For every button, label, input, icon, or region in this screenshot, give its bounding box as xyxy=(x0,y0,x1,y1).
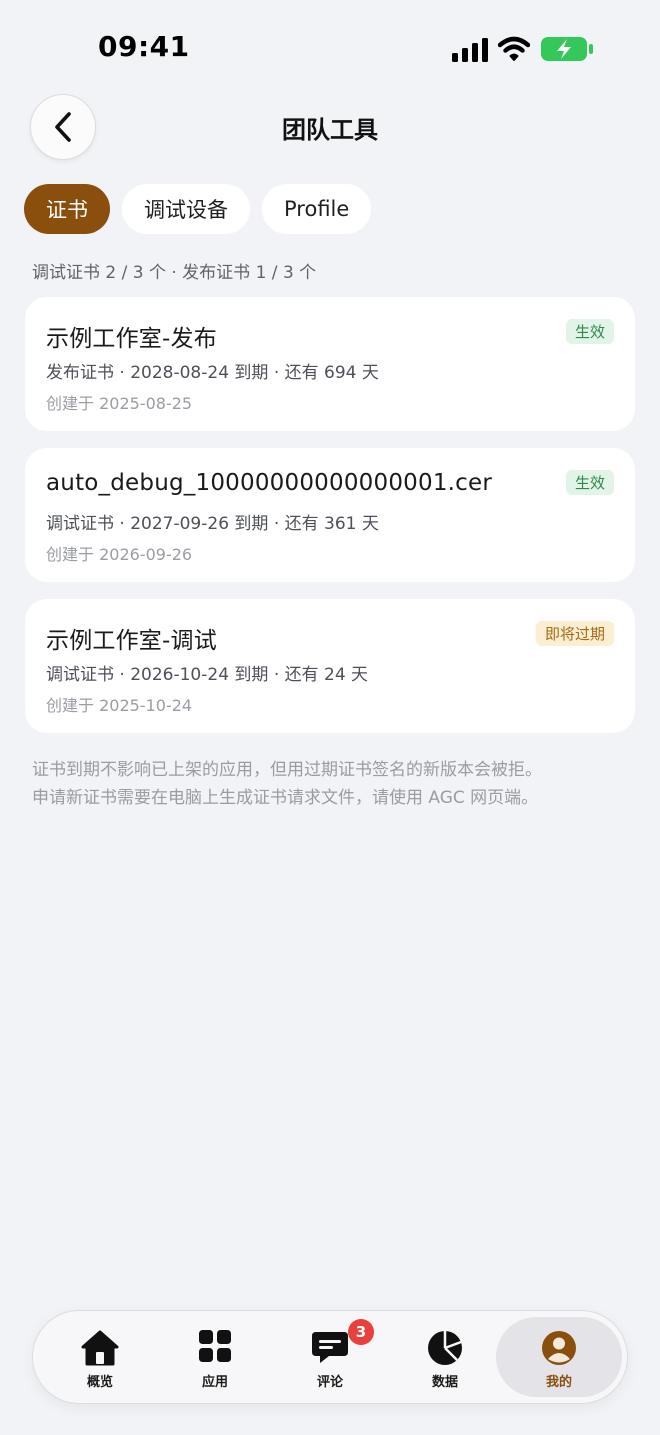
certificate-name: 示例工作室-发布 xyxy=(46,326,217,352)
status-time: 09:41 xyxy=(98,30,190,63)
nav-item-me[interactable]: 我的 xyxy=(502,1311,616,1403)
nav-item-apps[interactable]: 应用 xyxy=(158,1311,272,1403)
nav-label: 概览 xyxy=(86,1375,113,1390)
wifi-icon xyxy=(498,36,530,61)
nav-label: 应用 xyxy=(201,1375,228,1390)
certificate-summary: 调试证书 2 / 3 个 · 发布证书 1 / 3 个 xyxy=(32,263,317,283)
nav-label: 数据 xyxy=(431,1375,458,1390)
status-badge: 生效 xyxy=(565,319,614,344)
certificate-name: auto_debug_10000000000000001.cer xyxy=(46,470,493,496)
certificate-card[interactable]: 示例工作室-发布 生效 发布证书 · 2028-08-24 到期 · 还有 69… xyxy=(25,297,635,431)
nav-label: 我的 xyxy=(545,1375,572,1390)
bottom-tab-bar: 概览 应用 评论 3 数据 我的 xyxy=(32,1310,628,1404)
certificate-created: 创建于 2026-09-26 xyxy=(46,545,193,564)
page-title: 团队工具 xyxy=(282,116,378,144)
status-bar: 09:41 xyxy=(0,0,660,90)
certificate-meta: 调试证书 · 2027-09-26 到期 · 还有 361 天 xyxy=(46,514,379,534)
pie-chart-icon xyxy=(428,1331,462,1365)
grid-icon xyxy=(199,1330,231,1362)
certificate-card[interactable]: auto_debug_10000000000000001.cer 生效 调试证书… xyxy=(25,448,635,582)
segment-tabs: 证书 调试设备 Profile xyxy=(24,184,372,234)
certificate-created: 创建于 2025-10-24 xyxy=(46,696,193,715)
status-badge: 即将过期 xyxy=(535,621,614,646)
certificate-meta: 发布证书 · 2028-08-24 到期 · 还有 694 天 xyxy=(46,363,379,383)
nav-label: 评论 xyxy=(316,1375,343,1390)
footnote: 证书到期不影响已上架的应用，但用过期证书签名的新版本会被拒。 申请新证书需要在电… xyxy=(32,756,632,812)
battery-charging-icon xyxy=(541,37,593,61)
home-icon xyxy=(81,1330,119,1366)
comment-icon xyxy=(312,1332,348,1363)
certificate-meta: 调试证书 · 2026-10-24 到期 · 还有 24 天 xyxy=(46,665,369,685)
certificate-created: 创建于 2025-08-25 xyxy=(46,394,193,413)
profile-icon xyxy=(542,1331,576,1365)
nav-item-data[interactable]: 数据 xyxy=(388,1311,502,1403)
footnote-line: 申请新证书需要在电脑上生成证书请求文件，请使用 AGC 网页端。 xyxy=(32,788,539,808)
team-tools-screen: 09:41 团队工具 证书 调试设备 Profile 调试证书 2 / 3 个 … xyxy=(0,0,660,1435)
status-badge: 生效 xyxy=(565,470,614,495)
tab-debug-devices[interactable]: 调试设备 xyxy=(122,184,250,234)
cellular-signal-icon xyxy=(452,38,488,62)
reviews-count-badge: 3 xyxy=(348,1319,374,1345)
tab-profile[interactable]: Profile xyxy=(262,184,372,234)
certificate-card[interactable]: 示例工作室-调试 即将过期 调试证书 · 2026-10-24 到期 · 还有 … xyxy=(25,599,635,733)
footnote-line: 证书到期不影响已上架的应用，但用过期证书签名的新版本会被拒。 xyxy=(32,760,542,780)
nav-item-overview[interactable]: 概览 xyxy=(43,1311,157,1403)
certificate-name: 示例工作室-调试 xyxy=(46,628,217,654)
tab-certificates[interactable]: 证书 xyxy=(24,184,110,234)
